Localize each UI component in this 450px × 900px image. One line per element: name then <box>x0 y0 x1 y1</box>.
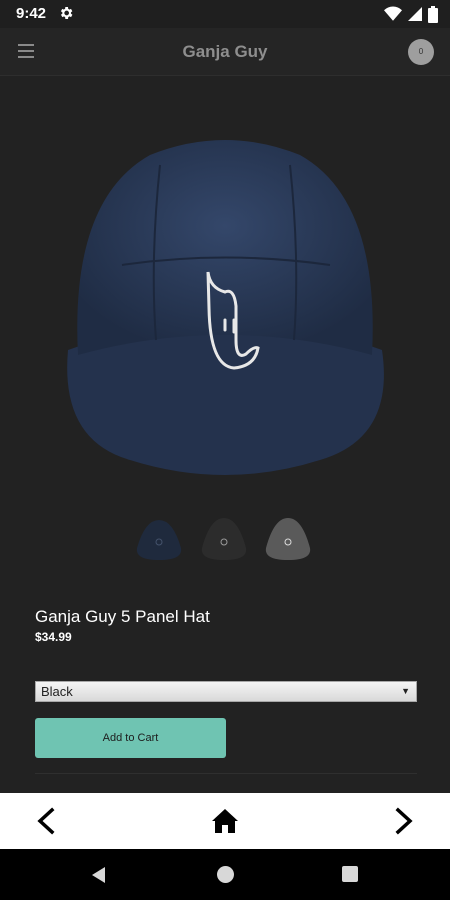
chevron-left-icon[interactable] <box>34 807 58 835</box>
status-icons <box>384 5 438 23</box>
cellular-signal-icon <box>408 7 422 21</box>
thumbnail-black[interactable] <box>198 512 250 566</box>
variant-selected-value: Black <box>41 684 73 699</box>
status-bar: 9:42 <box>0 0 450 28</box>
thumbnail-charcoal[interactable] <box>262 512 314 566</box>
add-to-cart-button[interactable]: Add to Cart <box>35 718 226 758</box>
app-title: Ganja Guy <box>182 42 268 61</box>
product-title: Ganja Guy 5 Panel Hat <box>35 607 210 626</box>
product-price: $34.99 <box>35 630 72 644</box>
cart-count-badge[interactable]: 0 <box>408 39 434 65</box>
divider <box>35 773 417 774</box>
product-image <box>67 140 384 475</box>
app-header: Ganja Guy 0 <box>0 28 450 76</box>
thumbnail-navy[interactable] <box>133 512 185 566</box>
dropdown-arrow-icon: ▼ <box>401 686 410 696</box>
variant-select[interactable]: Black ▼ <box>35 681 417 702</box>
home-icon[interactable] <box>211 807 239 835</box>
thumbnail-strip <box>0 512 450 568</box>
battery-icon <box>428 5 438 23</box>
system-home-icon[interactable] <box>217 866 234 883</box>
system-nav-bar <box>0 849 450 900</box>
wifi-icon <box>384 6 402 21</box>
system-recents-icon[interactable] <box>342 866 358 882</box>
system-back-icon[interactable] <box>89 865 109 885</box>
chevron-right-icon[interactable] <box>392 807 416 835</box>
gear-icon <box>60 7 73 19</box>
status-time: 9:42 <box>16 5 47 22</box>
bottom-nav <box>0 793 450 849</box>
